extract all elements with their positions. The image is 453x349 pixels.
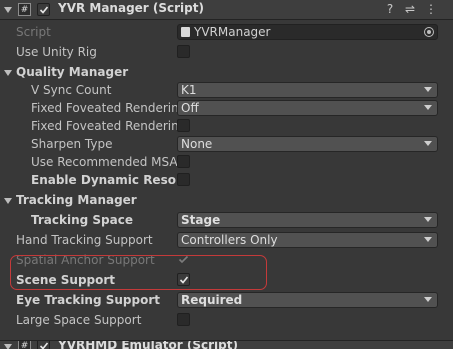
script-field[interactable]: YVRManager [177,24,438,40]
tracking-manager-foldout-icon[interactable] [4,198,12,204]
help-icon[interactable]: ? [383,2,397,16]
preset-icon[interactable]: ⇌ [403,2,417,16]
v-sync-count-value: K1 [181,83,197,97]
large-space-support-checkbox[interactable] [177,313,190,326]
use-unity-rig-label: Use Unity Rig [16,45,97,59]
object-picker-icon[interactable] [424,27,434,37]
component-enabled-checkbox[interactable] [37,3,50,16]
v-sync-count-dropdown[interactable]: K1 [177,82,438,98]
tracking-space-value: Stage [181,213,221,227]
component-title: YVR Manager (Script) [58,1,204,15]
sharpen-type-value: None [181,137,213,151]
fixed-foveated-level-label: Fixed Foveated Rendering [31,101,177,115]
highlight-box [10,255,267,290]
hand-tracking-support-dropdown[interactable]: Controllers Only [177,232,438,248]
tracking-manager-header[interactable]: Tracking Manager [16,192,176,208]
sharpen-type-label: Sharpen Type [31,137,113,151]
enable-dynamic-resolution-label: Enable Dynamic Resolution [31,173,177,187]
use-recommended-msaa-checkbox[interactable] [177,155,190,168]
chevron-down-icon [424,87,432,92]
eye-tracking-support-value: Required [181,293,243,307]
script-icon: # [18,341,31,349]
eye-tracking-support-dropdown[interactable]: Required [177,292,438,308]
enable-dynamic-resolution-checkbox[interactable] [177,173,190,186]
next-component-header: # YVRHMD Emulator (Script) [0,340,453,349]
tracking-space-dropdown[interactable]: Stage [177,212,438,228]
chevron-down-icon [424,297,432,302]
eye-tracking-support-label: Eye Tracking Support [16,293,160,307]
hand-tracking-support-label: Hand Tracking Support [16,233,153,247]
next-component-foldout-icon[interactable] [4,344,12,349]
tracking-space-label: Tracking Space [31,213,133,227]
chevron-down-icon [424,105,432,110]
next-component-title: YVRHMD Emulator (Script) [58,340,238,349]
large-space-support-label: Large Space Support [16,313,142,327]
component-header: # YVR Manager (Script) ? ⇌ ⋮ [0,0,453,20]
component-foldout-icon[interactable] [4,7,12,13]
script-field-value: YVRManager [194,25,271,39]
more-icon[interactable]: ⋮ [424,2,438,16]
fixed-foveated-level-value: Off [181,101,199,115]
quality-manager-foldout-icon[interactable] [4,70,12,76]
fixed-foveated-level-dropdown[interactable]: Off [177,100,438,116]
sharpen-type-dropdown[interactable]: None [177,136,438,152]
chevron-down-icon [424,237,432,242]
hand-tracking-support-value: Controllers Only [181,233,278,247]
script-asset-icon [181,27,190,37]
use-recommended-msaa-label: Use Recommended MSAA [31,155,177,169]
quality-manager-header[interactable]: Quality Manager [16,64,176,80]
script-label: Script [16,25,51,39]
use-unity-rig-checkbox[interactable] [177,45,190,58]
chevron-down-icon [424,217,432,222]
v-sync-count-label: V Sync Count [31,83,112,97]
next-component-enabled-checkbox[interactable] [37,341,50,349]
script-icon: # [18,3,31,16]
fixed-foveated-dynamic-checkbox[interactable] [177,119,190,132]
fixed-foveated-dynamic-label: Fixed Foveated Rendering [31,119,177,133]
chevron-down-icon [424,141,432,146]
